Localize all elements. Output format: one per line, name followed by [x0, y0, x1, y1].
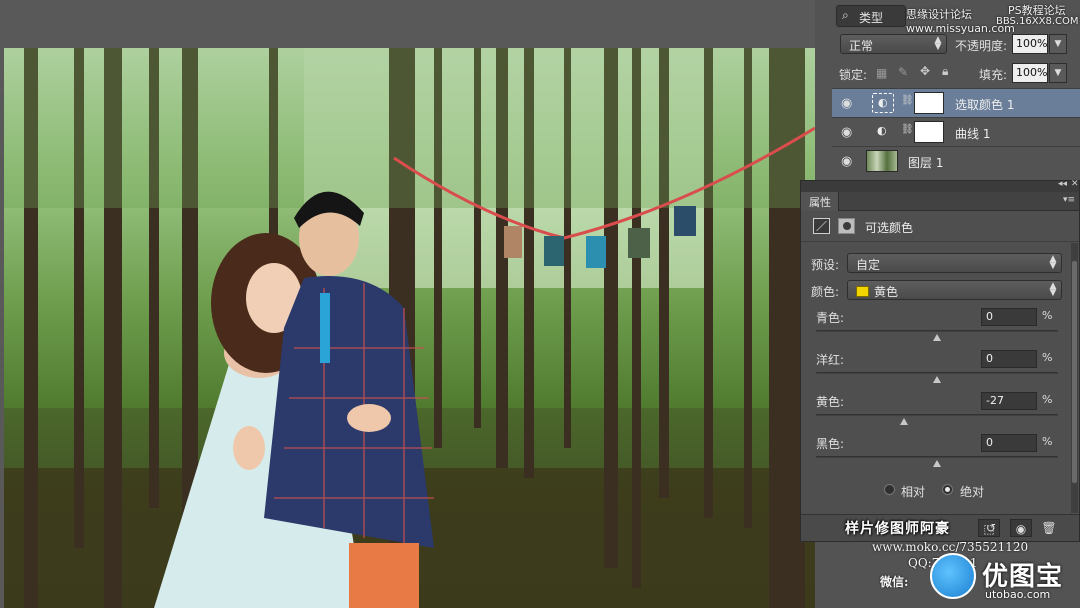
- tab-properties[interactable]: 属性: [801, 192, 839, 211]
- black-slider-track[interactable]: [816, 456, 1058, 459]
- lock-move-icon[interactable]: ✥: [920, 64, 930, 78]
- relative-label: 相对: [901, 485, 926, 499]
- watermark-top-3: BBS.16XX8.COM: [996, 16, 1079, 27]
- opacity-label: 不透明度:: [955, 39, 1008, 53]
- delete-icon[interactable]: 🗑︎: [1038, 519, 1060, 537]
- black-label: 黑色:: [816, 437, 845, 451]
- close-icon[interactable]: ✕: [1071, 179, 1079, 189]
- yellow-swatch: [856, 286, 869, 297]
- mask-icon[interactable]: [838, 218, 855, 234]
- search-icon: ⌕: [842, 8, 849, 22]
- color-label: 颜色:: [811, 285, 840, 299]
- layers-panel: ⌕ 类型 思缘设计论坛 www.missyuan.com PS教程论坛 BBS.…: [832, 0, 1080, 190]
- layer-mask-thumbnail[interactable]: [914, 92, 944, 114]
- properties-panel: ◂◂ ✕ 属性 ▾≡ 可选颜色 预设: 自定 ▲ ▼ 颜色: 黄色 ▲ ▼ 青色: …: [800, 179, 1080, 542]
- lock-label: 锁定:: [839, 68, 868, 82]
- layer-name: 图层 1: [908, 156, 944, 170]
- yellow-label: 黄色:: [816, 395, 845, 409]
- panel-bottom-bar: 样片修图师阿豪 ⬚ ↺ ◉ 🗑︎: [801, 514, 1079, 541]
- layer-filter-select[interactable]: ⌕ 类型: [836, 5, 906, 27]
- magenta-input[interactable]: 0: [981, 350, 1037, 368]
- panel-titlebar[interactable]: ◂◂ ✕: [801, 179, 1079, 192]
- yellow-unit: %: [1042, 393, 1053, 406]
- updown-arrow-icon: ▲ ▼: [934, 35, 942, 52]
- layer-row-curves[interactable]: ◉ ◐ ⛓ 曲线 1: [832, 117, 1080, 146]
- yellow-input[interactable]: -27: [981, 392, 1037, 410]
- black-slider-handle[interactable]: [933, 460, 941, 467]
- cyan-slider-handle[interactable]: [933, 334, 941, 341]
- collapse-icon[interactable]: ◂◂: [1058, 179, 1067, 189]
- wedding-photo[interactable]: [4, 48, 815, 608]
- blend-mode-select[interactable]: 正常 ▲ ▼: [840, 34, 947, 54]
- preset-label: 预设:: [811, 258, 840, 272]
- magenta-label: 洋红:: [816, 353, 845, 367]
- magenta-slider-handle[interactable]: [933, 376, 941, 383]
- panel-scrollbar[interactable]: [1071, 243, 1078, 513]
- cyan-unit: %: [1042, 309, 1053, 322]
- preset-value: 自定: [856, 258, 881, 272]
- layer-mask-thumbnail[interactable]: [914, 121, 944, 143]
- relative-radio[interactable]: [884, 484, 895, 495]
- layer-row-image[interactable]: ◉ 图层 1: [832, 146, 1080, 175]
- cyan-label: 青色:: [816, 311, 845, 325]
- fill-label: 填充:: [979, 68, 1008, 82]
- updown-arrow-icon: ▲ ▼: [1049, 254, 1057, 271]
- cyan-input[interactable]: 0: [981, 308, 1037, 326]
- updown-arrow-icon: ▲ ▼: [1049, 281, 1057, 298]
- adjustment-layer-icon: ◐: [877, 124, 887, 137]
- fill-dropdown-button[interactable]: ▼: [1049, 63, 1067, 83]
- logo-subtitle: utobao.com: [985, 588, 1051, 601]
- layer-row-selective-color[interactable]: ◉ ◐ ⛓ 选取颜色 1: [832, 88, 1080, 117]
- cyan-slider-track[interactable]: [816, 330, 1058, 333]
- magenta-slider-track[interactable]: [816, 372, 1058, 375]
- utobao-logo-icon: [930, 553, 976, 599]
- tab-label: 属性: [809, 196, 831, 209]
- color-value: 黄色: [874, 285, 899, 299]
- absolute-radio[interactable]: [942, 484, 953, 495]
- document-canvas[interactable]: [0, 0, 815, 608]
- color-select[interactable]: 黄色 ▲ ▼: [847, 280, 1062, 300]
- adjustment-title: 可选颜色: [865, 221, 914, 235]
- lock-paint-icon[interactable]: ✎: [898, 65, 908, 79]
- layer-name: 选取颜色 1: [955, 98, 1015, 112]
- visibility-eye-icon[interactable]: ◉: [1010, 519, 1032, 537]
- preset-select[interactable]: 自定 ▲ ▼: [847, 253, 1062, 273]
- yellow-slider-track[interactable]: [816, 414, 1058, 417]
- lock-all-icon[interactable]: 🔒︎: [942, 64, 948, 79]
- watermark-wechat: 微信:: [880, 575, 909, 589]
- link-icon[interactable]: ⛓: [901, 124, 914, 135]
- layer-thumbnail: [866, 150, 898, 172]
- layer-filter-label: 类型: [859, 11, 884, 25]
- panel-tabbar: 属性 ▾≡: [801, 192, 1079, 211]
- properties-header: 可选颜色: [801, 212, 1079, 242]
- panel-menu-icon[interactable]: ▾≡: [1063, 195, 1075, 205]
- eye-icon[interactable]: ◉: [841, 96, 852, 111]
- opacity-input[interactable]: 100%: [1012, 34, 1048, 54]
- lock-transparent-icon[interactable]: ▦: [876, 66, 887, 80]
- magenta-unit: %: [1042, 351, 1053, 364]
- watermark-url: www.moko.cc/735521120: [872, 540, 1029, 554]
- scrollbar-thumb[interactable]: [1072, 261, 1077, 483]
- blend-mode-value: 正常: [849, 39, 874, 53]
- black-unit: %: [1042, 435, 1053, 448]
- watermark-signature: 样片修图师阿豪: [845, 521, 950, 537]
- link-icon[interactable]: ⛓: [901, 95, 914, 106]
- layer-name: 曲线 1: [955, 127, 991, 141]
- black-input[interactable]: 0: [981, 434, 1037, 452]
- photo-scene: [4, 48, 815, 608]
- fill-input[interactable]: 100%: [1012, 63, 1048, 83]
- absolute-label: 绝对: [960, 485, 985, 499]
- yellow-slider-handle[interactable]: [900, 418, 909, 425]
- eye-icon[interactable]: ◉: [841, 154, 852, 169]
- selective-color-icon: [813, 218, 830, 234]
- opacity-dropdown-button[interactable]: ▼: [1049, 34, 1067, 54]
- adjustment-layer-icon: ◐: [872, 93, 894, 113]
- eye-icon[interactable]: ◉: [841, 125, 852, 140]
- reset-icon[interactable]: ↺: [980, 519, 1002, 537]
